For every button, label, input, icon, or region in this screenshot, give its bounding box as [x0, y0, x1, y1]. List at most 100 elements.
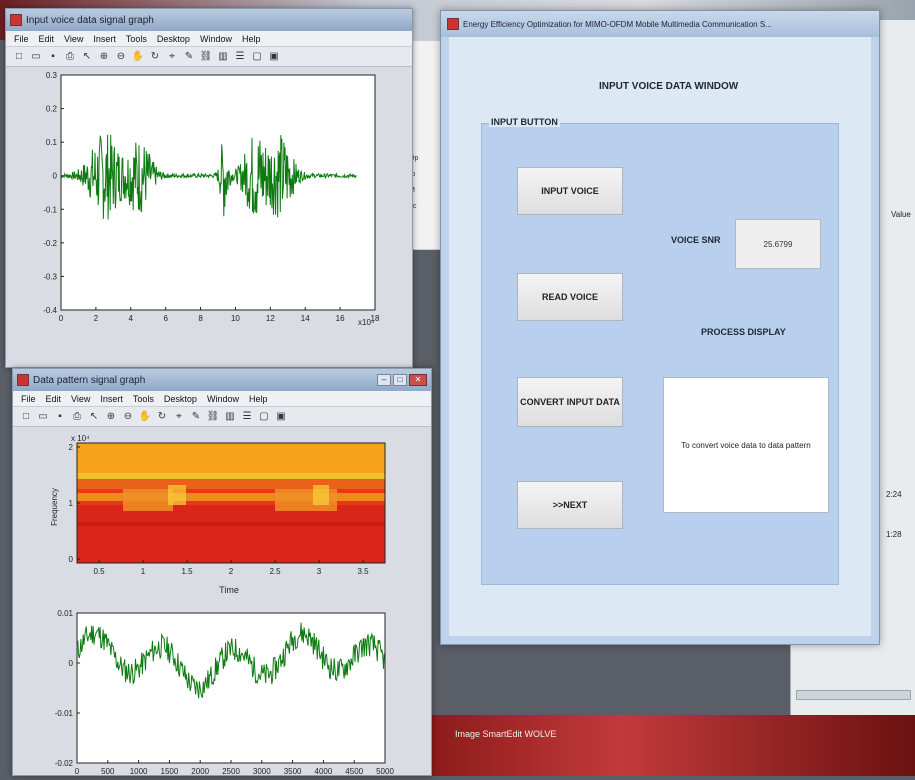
spectrogram-exponent-label: x 10⁴ — [71, 434, 90, 443]
y-tick-label: 2 — [69, 443, 74, 452]
menu-edit[interactable]: Edit — [39, 34, 55, 44]
horizontal-scrollbar[interactable] — [796, 690, 911, 700]
zoom-out-icon[interactable]: ⊖ — [114, 50, 128, 64]
data-cursor-icon[interactable]: ⌖ — [165, 50, 179, 64]
x-tick-label: 2500 — [222, 767, 240, 775]
menu-view[interactable]: View — [71, 394, 90, 404]
menu-window[interactable]: Window — [207, 394, 239, 404]
print-icon[interactable]: ⎙ — [63, 50, 77, 64]
y-tick-label: 0 — [69, 659, 74, 668]
figure-title-bar[interactable]: Input voice data signal graph — [6, 9, 412, 31]
signal-plot-frame — [76, 612, 386, 764]
zoom-in-icon[interactable]: ⊕ — [104, 410, 118, 424]
x-tick-label: 2000 — [191, 767, 209, 775]
pointer-icon[interactable]: ↖ — [80, 50, 94, 64]
menu-desktop[interactable]: Desktop — [164, 394, 197, 404]
data-cursor-icon[interactable]: ⌖ — [172, 410, 186, 424]
link-icon[interactable]: ⛓ — [206, 410, 220, 424]
y-tick-label: 0.1 — [46, 138, 58, 147]
axes-area: x 10⁴ 2 1 0 0.5 1 1.5 2 2.5 3 3.5 Frequency Time — [13, 427, 431, 776]
x-tick-label: 0.5 — [93, 567, 105, 576]
gui-title: Energy Efficiency Optimization for MIMO-… — [463, 19, 772, 29]
rotate-icon[interactable]: ↻ — [155, 410, 169, 424]
save-icon[interactable]: ▪ — [53, 410, 67, 424]
x-tick-label: 10 — [231, 314, 240, 323]
input-voice-button[interactable]: INPUT VOICE — [517, 167, 623, 215]
maximize-icon[interactable]: □ — [393, 374, 407, 386]
colorbar-icon[interactable]: ▥ — [216, 50, 230, 64]
link-icon[interactable]: ⛓ — [199, 50, 213, 64]
x-tick-label: 1 — [141, 567, 146, 576]
spectrogram-xlabel: Time — [219, 585, 239, 595]
x-tick-label: 3 — [317, 567, 322, 576]
convert-input-data-button[interactable]: CONVERT INPUT DATA — [517, 377, 623, 427]
x-tick-label: 8 — [198, 314, 203, 323]
legend-icon[interactable]: ☰ — [233, 50, 247, 64]
figure-window-input-voice[interactable]: Input voice data signal graph File Edit … — [5, 8, 413, 368]
voice-snr-field: 25.6799 — [735, 219, 821, 269]
matlab-figure-icon — [17, 374, 29, 386]
next-button[interactable]: >>NEXT — [517, 481, 623, 529]
value-cell: 2:24 — [886, 490, 902, 499]
show-plot-tools-icon[interactable]: ▣ — [267, 50, 281, 64]
x-tick-label: 3500 — [284, 767, 302, 775]
new-figure-icon[interactable]: □ — [12, 50, 26, 64]
background-image-strip: Image SmartEdit WOLVE — [425, 715, 915, 776]
matlab-figure-icon — [10, 14, 22, 26]
y-tick-label: -0.4 — [43, 306, 57, 315]
x-tick-label: 1500 — [161, 767, 179, 775]
menu-file[interactable]: File — [14, 34, 29, 44]
process-display-label: PROCESS DISPLAY — [701, 327, 786, 337]
signal-y-ticks: 0.01 0 -0.01 -0.02 — [55, 609, 80, 768]
spectrogram-ylabel: Frequency — [50, 488, 59, 526]
brush-icon[interactable]: ✎ — [189, 410, 203, 424]
menu-help[interactable]: Help — [249, 394, 268, 404]
show-plot-tools-icon[interactable]: ▣ — [274, 410, 288, 424]
x-tick-label: 4000 — [315, 767, 333, 775]
read-voice-button[interactable]: READ VOICE — [517, 273, 623, 321]
hide-plot-tools-icon[interactable]: ▢ — [250, 50, 264, 64]
menu-tools[interactable]: Tools — [126, 34, 147, 44]
x-tick-label: 14 — [301, 314, 310, 323]
input-voice-data-window[interactable]: Energy Efficiency Optimization for MIMO-… — [440, 10, 880, 645]
pan-icon[interactable]: ✋ — [131, 50, 145, 64]
menu-tools[interactable]: Tools — [133, 394, 154, 404]
open-file-icon[interactable]: ▭ — [29, 50, 43, 64]
zoom-out-icon[interactable]: ⊖ — [121, 410, 135, 424]
data-pattern-plots: x 10⁴ 2 1 0 0.5 1 1.5 2 2.5 3 3.5 Frequency Time — [50, 434, 394, 776]
menu-window[interactable]: Window — [200, 34, 232, 44]
menu-desktop[interactable]: Desktop — [157, 34, 190, 44]
menu-insert[interactable]: Insert — [93, 34, 116, 44]
brush-icon[interactable]: ✎ — [182, 50, 196, 64]
save-icon[interactable]: ▪ — [46, 50, 60, 64]
new-figure-icon[interactable]: □ — [19, 410, 33, 424]
minimize-icon[interactable]: – — [377, 374, 391, 386]
legend-icon[interactable]: ☰ — [240, 410, 254, 424]
rotate-icon[interactable]: ↻ — [148, 50, 162, 64]
x-tick-label: 1000 — [130, 767, 148, 775]
y-tick-label: -0.3 — [43, 272, 57, 281]
matlab-figure-icon — [447, 18, 459, 30]
figure-window-data-pattern[interactable]: Data pattern signal graph – □ ✕ File Edi… — [12, 368, 432, 776]
gui-title-bar[interactable]: Energy Efficiency Optimization for MIMO-… — [441, 11, 879, 37]
x-exponent-label: x10⁴ — [358, 318, 375, 327]
zoom-in-icon[interactable]: ⊕ — [97, 50, 111, 64]
colorbar-icon[interactable]: ▥ — [223, 410, 237, 424]
pointer-icon[interactable]: ↖ — [87, 410, 101, 424]
menu-edit[interactable]: Edit — [46, 394, 62, 404]
pan-icon[interactable]: ✋ — [138, 410, 152, 424]
open-file-icon[interactable]: ▭ — [36, 410, 50, 424]
figure-title-bar[interactable]: Data pattern signal graph – □ ✕ — [13, 369, 431, 391]
gui-body: INPUT VOICE DATA WINDOW INPUT BUTTON INP… — [449, 37, 871, 636]
menu-insert[interactable]: Insert — [100, 394, 123, 404]
figure-toolbar: □ ▭ ▪ ⎙ ↖ ⊕ ⊖ ✋ ↻ ⌖ ✎ ⛓ ▥ ☰ ▢ ▣ — [13, 407, 431, 427]
menu-help[interactable]: Help — [242, 34, 261, 44]
hide-plot-tools-icon[interactable]: ▢ — [257, 410, 271, 424]
x-tick-label: 500 — [101, 767, 115, 775]
menu-view[interactable]: View — [64, 34, 83, 44]
print-icon[interactable]: ⎙ — [70, 410, 84, 424]
menu-file[interactable]: File — [21, 394, 36, 404]
figure-title: Data pattern signal graph — [33, 374, 146, 386]
voice-signal-plot: 0.3 0.2 0.1 0 -0.1 -0.2 -0.3 -0.4 0 2 4 6 8 10 12 14 16… — [43, 71, 380, 327]
close-icon[interactable]: ✕ — [409, 374, 427, 386]
